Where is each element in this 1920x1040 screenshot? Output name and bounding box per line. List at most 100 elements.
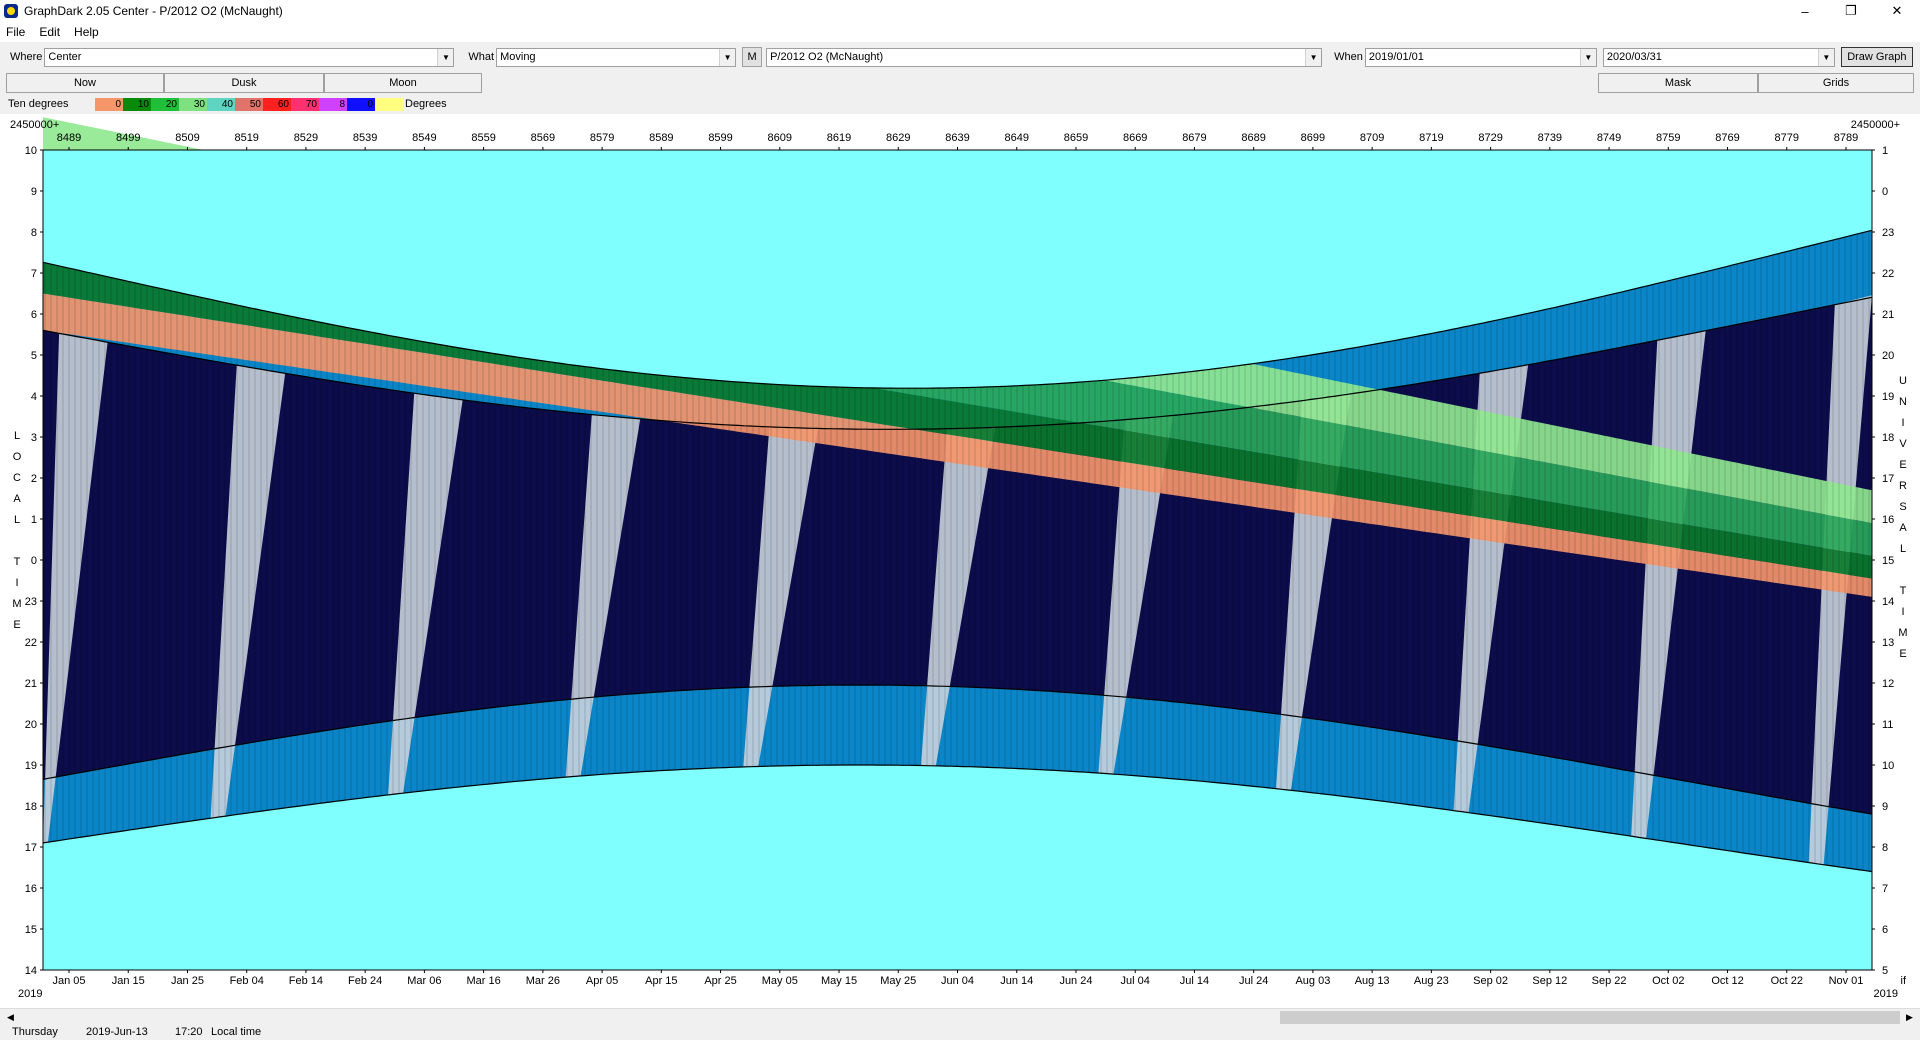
tab-dusk[interactable]: Dusk [164,73,324,93]
ut-tick-label: 18 [1882,432,1894,444]
status-bar: Thursday 2019-Jun-13 17:20 Local time [0,1025,1920,1040]
local-time-axis-letter: E [13,619,20,631]
ut-tick-label: 11 [1882,719,1893,731]
ut-tick-label: 0 [1882,186,1888,198]
legend-swatch-label: 0 [367,99,373,110]
menu-help[interactable]: Help [74,25,99,39]
ut-tick-label: 23 [1882,227,1894,239]
legend-swatch-label: 20 [165,99,177,110]
menu-file[interactable]: File [6,25,25,39]
jd-tick-label: 8519 [234,132,258,144]
where-label: Where [10,51,43,63]
close-button[interactable]: ✕ [1874,0,1920,22]
jd-tick-label: 8659 [1064,132,1088,144]
tab-mask[interactable]: Mask [1598,73,1758,93]
date-tick-label: May 05 [762,975,798,987]
jd-tick-label: 8549 [412,132,436,144]
local-time-axis-letter: I [15,577,18,589]
ut-axis-letter: S [1899,501,1906,513]
legend-swatch: 8 [319,98,347,111]
where-value: Center [48,51,82,63]
chevron-down-icon[interactable]: ▼ [437,48,454,66]
jd-tick-label: 8699 [1301,132,1325,144]
title-bar: GraphDark 2.05 Center - P/2012 O2 (McNau… [0,0,1920,22]
date-tick-label: Jun 24 [1059,975,1092,987]
local-time-tick-label: 1 [31,514,37,526]
ut-tick-label: 20 [1882,350,1894,362]
visibility-graph[interactable]: 2450000+ 2450000+ 8489 8499 8509 8519 8529 8539… [0,114,1920,1008]
ut-tick-label: 1 [1882,145,1888,157]
m-button[interactable]: M [742,47,763,67]
ut-axis-letter: R [1899,480,1907,492]
status-time: 17:20 [175,1026,203,1038]
local-time-tick-label: 5 [31,350,37,362]
tab-moon[interactable]: Moon [324,73,482,93]
legend-swatch: 60 [263,98,291,111]
local-time-tick-label: 0 [31,555,37,567]
legend-swatch: 0 [95,98,123,111]
local-time-tick-label: 6 [31,309,37,321]
ut-axis-letter: M [1898,627,1907,639]
what-label: What [468,51,495,63]
draw-graph-button[interactable]: Draw Graph [1840,47,1913,67]
chevron-down-icon[interactable]: ▼ [1305,48,1322,66]
date-tick-label: Oct 02 [1652,975,1684,987]
ut-axis-letter: I [1901,417,1904,429]
local-time-tick-label: 17 [25,842,37,854]
jd-tick-label: 8749 [1597,132,1621,144]
date-tick-label: Aug 23 [1414,975,1449,987]
restore-button[interactable]: ❐ [1828,0,1874,22]
chevron-down-icon[interactable]: ▼ [719,48,736,66]
ut-axis-letter: A [1899,522,1907,534]
legend-swatch: 20 [151,98,179,111]
ut-tick-label: 7 [1882,883,1888,895]
jd-tick-label: 8759 [1656,132,1680,144]
date-tick-label: Mar 16 [467,975,501,987]
legend-swatch: 50 [235,98,263,111]
local-time-axis-letter: C [13,472,21,484]
legend-title: Ten degrees [8,98,69,110]
jd-tick-label: 8569 [531,132,555,144]
local-time-tick-label: 18 [25,801,37,813]
where-select[interactable]: Center ▼ [44,47,455,67]
start-date-select[interactable]: 2019/01/01 ▼ [1364,47,1597,67]
jd-tick-label: 8639 [945,132,969,144]
end-date-select[interactable]: 2020/03/31 ▼ [1602,47,1835,67]
what-select[interactable]: Moving ▼ [496,47,737,67]
status-date: 2019-Jun-13 [86,1026,148,1038]
local-time-tick-label: 23 [25,596,37,608]
jd-tick-label: 8589 [649,132,673,144]
jd-tick-label: 8689 [1241,132,1265,144]
date-tick-label: Mar 26 [526,975,560,987]
object-select[interactable]: P/2012 O2 (McNaught) ▼ [766,47,1323,67]
status-weekday: Thursday [12,1026,58,1038]
ut-axis-letter: N [1899,396,1907,408]
ut-tick-label: 8 [1882,842,1888,854]
jd-tick-label: 8579 [590,132,614,144]
scroll-thumb[interactable] [1280,1011,1900,1024]
ut-axis-letter: T [1900,585,1907,597]
jd-tick-label: 8769 [1715,132,1739,144]
tab-grids[interactable]: Grids [1758,73,1914,93]
view-tabs: Now Dusk Moon Mask Grids [0,71,1920,93]
graph-canvas[interactable]: 2450000+ 2450000+8489 8499 8509 8519 8529 8539… [0,114,1920,1008]
end-date-value: 2020/03/31 [1606,51,1662,63]
local-time-axis-letter: T [14,556,21,568]
object-value: P/2012 O2 (McNaught) [770,51,884,63]
legend-unit: Degrees [405,98,447,110]
chevron-down-icon[interactable]: ▼ [1579,48,1596,66]
legend-swatch: 70 [291,98,319,111]
legend-swatch: 0 [347,98,375,111]
what-value: Moving [500,51,536,63]
local-time-tick-label: 2 [31,473,37,485]
scroll-right-arrow-icon[interactable]: ▶ [1901,1009,1918,1026]
minimize-button[interactable]: – [1782,0,1828,22]
menu-edit[interactable]: Edit [39,25,60,39]
local-time-tick-label: 4 [31,391,37,403]
ut-tick-label: 19 [1882,391,1894,403]
horizontal-scrollbar[interactable]: ◀ ▶ [0,1008,1920,1025]
chevron-down-icon[interactable]: ▼ [1817,48,1834,66]
local-time-tick-label: 21 [25,678,37,690]
tab-now[interactable]: Now [6,73,164,93]
scroll-left-arrow-icon[interactable]: ◀ [2,1009,19,1026]
